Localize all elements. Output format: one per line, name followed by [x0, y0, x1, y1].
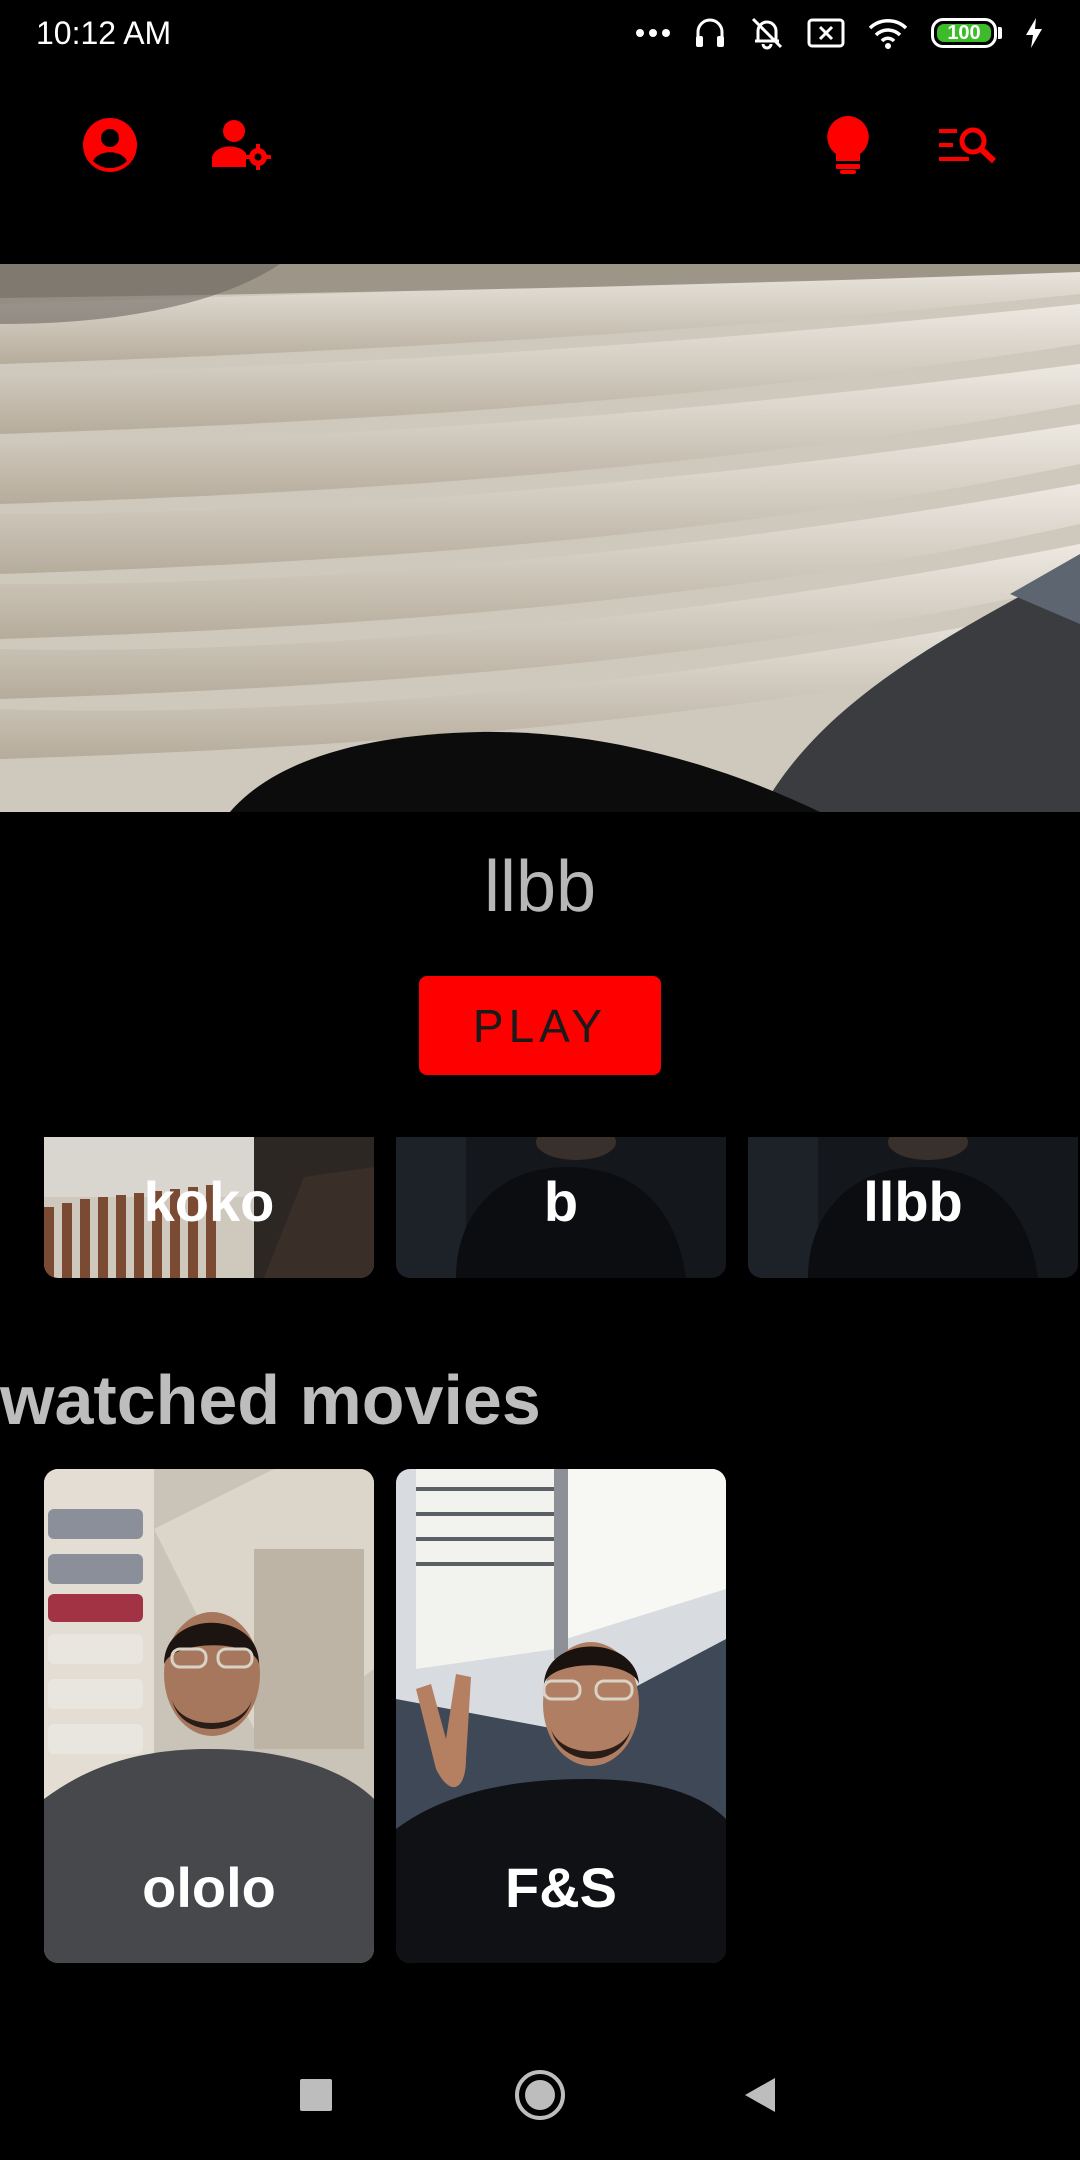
watched-row: ololo F&S: [44, 1469, 726, 1963]
section-title: watched movies: [0, 1361, 541, 1439]
hero-image: [0, 264, 1080, 812]
movie-card[interactable]: b: [396, 1137, 726, 1278]
movie-card-title: llbb: [863, 1170, 963, 1233]
watched-movie-title: ololo: [142, 1856, 276, 1919]
movie-card[interactable]: koko: [44, 1137, 374, 1278]
status-icons: 100: [635, 15, 1044, 51]
content-row: koko b llbb: [44, 1137, 1080, 1278]
wifi-icon: [867, 16, 909, 50]
play-button[interactable]: PLAY: [419, 976, 661, 1075]
app-bar: [0, 105, 1080, 185]
bell-off-icon: [749, 15, 785, 51]
headset-icon: [693, 16, 727, 50]
more-dots-icon: [635, 28, 671, 38]
watched-movie-card[interactable]: ololo: [44, 1469, 374, 1963]
home-circle-icon[interactable]: [505, 2060, 575, 2130]
status-bar: 10:12 AM 100: [0, 0, 1080, 66]
battery-icon: 100: [931, 18, 1002, 48]
movie-card-title: koko: [143, 1170, 275, 1233]
status-time: 10:12 AM: [36, 14, 172, 51]
battery-body: 100: [931, 18, 997, 48]
close-box-icon: [807, 18, 845, 48]
system-nav-bar: [0, 2060, 1080, 2130]
account-circle-icon[interactable]: [70, 105, 150, 185]
watched-movie-title: F&S: [505, 1856, 617, 1919]
movie-card-title: b: [543, 1170, 579, 1233]
back-triangle-icon[interactable]: [725, 2060, 795, 2130]
battery-level: 100: [947, 21, 981, 44]
search-list-icon[interactable]: [928, 105, 1008, 185]
movie-card[interactable]: llbb: [748, 1137, 1078, 1278]
manage-accounts-icon[interactable]: [202, 105, 282, 185]
charging-bolt-icon: [1024, 17, 1044, 49]
recents-square-icon[interactable]: [281, 2060, 351, 2130]
watched-movie-card[interactable]: F&S: [396, 1469, 726, 1963]
lightbulb-icon[interactable]: [808, 105, 888, 185]
hero-title: llbb: [483, 847, 597, 927]
battery-cap: [998, 27, 1002, 39]
